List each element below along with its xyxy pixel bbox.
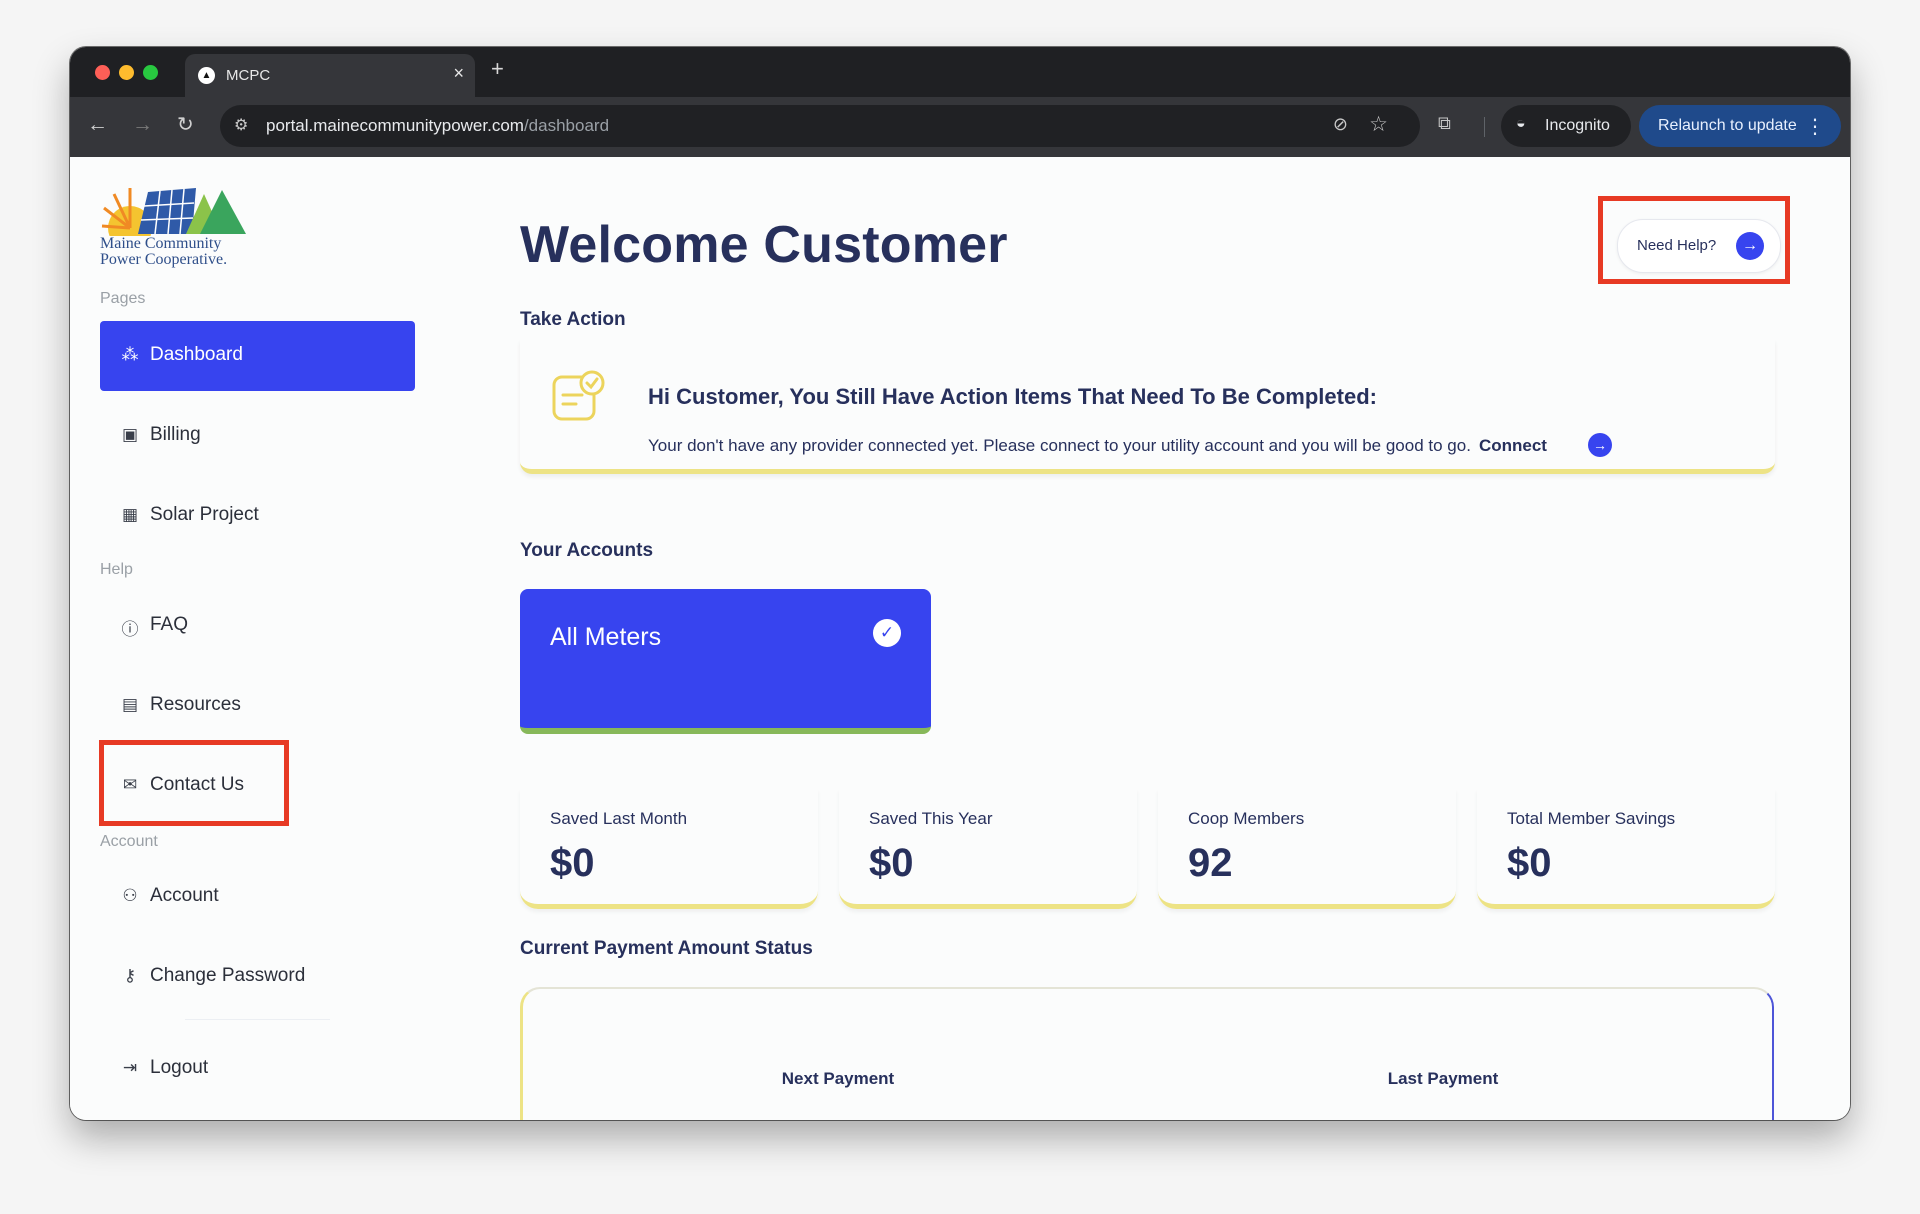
maximize-window-button[interactable] xyxy=(143,65,158,80)
stat-card-total-member-savings: Total Member Savings $0 xyxy=(1477,789,1775,909)
toolbar-divider xyxy=(1484,117,1485,137)
stat-card-coop-members: Coop Members 92 xyxy=(1158,789,1456,909)
logo-text: Maine Community Power Cooperative. xyxy=(100,235,228,268)
sidebar-item-billing[interactable]: ▣ Billing xyxy=(100,401,415,471)
browser-window: ▲ MCPC × + ← → ↻ ⚙ portal.mainecommunity… xyxy=(70,47,1850,1120)
all-meters-label: All Meters xyxy=(550,623,662,651)
sidebar-item-change-password[interactable]: ⚷ Change Password xyxy=(100,942,415,1012)
sidebar-item-label: Account xyxy=(150,885,219,906)
browser-tab[interactable]: ▲ MCPC × xyxy=(185,54,475,97)
relaunch-label: Relaunch to update xyxy=(1658,117,1797,134)
browser-toolbar: ← → ↻ ⚙ portal.mainecommunitypower.com/d… xyxy=(70,97,1850,157)
bookmark-star-icon[interactable]: ☆ xyxy=(1369,112,1388,137)
user-icon: ⚇ xyxy=(122,886,138,905)
action-items-text: Your don't have any provider connected y… xyxy=(648,436,1547,455)
take-action-heading: Take Action xyxy=(520,309,626,330)
resources-icon: ▤ xyxy=(121,695,139,714)
sidebar-item-label: Logout xyxy=(150,1057,209,1078)
url-text[interactable]: portal.mainecommunitypower.com/dashboard xyxy=(266,116,609,136)
connect-arrow-icon[interactable]: → xyxy=(1588,433,1612,457)
stat-label: Saved Last Month xyxy=(550,809,688,828)
faq-icon: ⓘ xyxy=(121,620,139,639)
your-accounts-heading: Your Accounts xyxy=(520,540,654,561)
stat-label: Coop Members xyxy=(1188,809,1305,828)
account-section-label: Account xyxy=(100,833,158,850)
new-tab-button[interactable]: + xyxy=(491,56,504,82)
stat-label: Total Member Savings xyxy=(1507,809,1676,828)
more-options-icon[interactable]: ⋮ xyxy=(1805,114,1825,139)
sidebar-divider xyxy=(185,1019,330,1020)
sidebar-item-label: FAQ xyxy=(150,614,189,635)
relaunch-button[interactable]: Relaunch to update ⋮ xyxy=(1639,105,1841,147)
stat-value: $0 xyxy=(1507,841,1552,885)
stat-value: 92 xyxy=(1188,841,1233,885)
sidebar-item-faq[interactable]: ⓘ FAQ xyxy=(100,591,415,661)
sidebar-item-account[interactable]: ⚇ Account xyxy=(100,862,415,932)
tab-bar: ▲ MCPC × + xyxy=(70,47,1850,97)
tab-search-icon[interactable]: ⧉ xyxy=(1438,113,1451,134)
stat-value: $0 xyxy=(869,841,914,885)
incognito-icon: ◒ xyxy=(1516,115,1526,132)
forward-icon[interactable]: → xyxy=(132,113,153,137)
address-bar[interactable]: ⚙ portal.mainecommunitypower.com/dashboa… xyxy=(220,105,1420,147)
checklist-icon xyxy=(552,370,605,421)
dashboard-icon: ⁂ xyxy=(121,345,139,364)
reload-icon[interactable]: ↻ xyxy=(177,113,194,137)
stat-card-saved-this-year: Saved This Year $0 xyxy=(839,789,1137,909)
sidebar-item-label: Solar Project xyxy=(150,504,259,525)
action-items-title: Hi Customer, You Still Have Action Items… xyxy=(648,384,1377,409)
connect-link[interactable]: Connect xyxy=(1479,436,1547,455)
key-icon: ⚷ xyxy=(123,966,137,985)
back-icon[interactable]: ← xyxy=(87,113,108,137)
close-window-button[interactable] xyxy=(95,65,110,80)
logo-graphic xyxy=(101,188,246,250)
sidebar-item-label: Dashboard xyxy=(150,344,243,365)
sidebar-item-label: Billing xyxy=(150,424,201,445)
payment-status-heading: Current Payment Amount Status xyxy=(520,938,813,959)
stat-card-saved-last-month: Saved Last Month $0 xyxy=(520,789,818,909)
all-meters-card[interactable]: All Meters ✓ xyxy=(520,589,931,734)
check-circle-icon: ✓ xyxy=(873,619,901,647)
pages-section-label: Pages xyxy=(100,290,146,307)
sidebar-item-label: Resources xyxy=(150,694,241,715)
stat-value: $0 xyxy=(550,841,595,885)
site-info-icon[interactable]: ⚙ xyxy=(234,115,248,135)
tab-title: MCPC xyxy=(226,67,271,84)
incognito-label: Incognito xyxy=(1545,117,1610,134)
mcpc-logo[interactable]: Maine Community Power Cooperative. xyxy=(100,186,260,276)
incognito-badge[interactable]: ◒ Incognito xyxy=(1501,105,1631,147)
help-section-label: Help xyxy=(100,561,133,578)
dashboard-page: Maine Community Power Cooperative. Pages… xyxy=(70,157,1850,1120)
logout-icon: ⇥ xyxy=(122,1058,138,1077)
sidebar-item-dashboard[interactable]: ⁂ Dashboard xyxy=(100,321,415,391)
sidebar-item-resources[interactable]: ▤ Resources xyxy=(100,671,415,741)
billing-icon: ▣ xyxy=(121,425,139,444)
payment-status-card: Next Payment Last Payment xyxy=(520,987,1774,1120)
sidebar-item-solar-project[interactable]: ▦ Solar Project xyxy=(100,481,415,551)
contact-us-highlight-box xyxy=(99,740,289,826)
need-help-highlight-box xyxy=(1598,196,1790,284)
sidebar-item-logout[interactable]: ⇥ Logout xyxy=(100,1034,415,1104)
last-payment-label: Last Payment xyxy=(1387,1069,1499,1088)
stat-label: Saved This Year xyxy=(869,809,993,828)
tracking-protection-icon[interactable]: ⊘ xyxy=(1333,114,1348,135)
next-payment-label: Next Payment xyxy=(781,1069,895,1088)
sidebar-item-label: Change Password xyxy=(150,965,306,986)
tab-close-icon[interactable]: × xyxy=(453,63,464,84)
action-items-card: Hi Customer, You Still Have Action Items… xyxy=(520,339,1775,474)
solar-panel-icon: ▦ xyxy=(121,505,139,524)
minimize-window-button[interactable] xyxy=(119,65,134,80)
page-title: Welcome Customer xyxy=(520,216,1008,274)
favicon-icon: ▲ xyxy=(198,67,215,84)
